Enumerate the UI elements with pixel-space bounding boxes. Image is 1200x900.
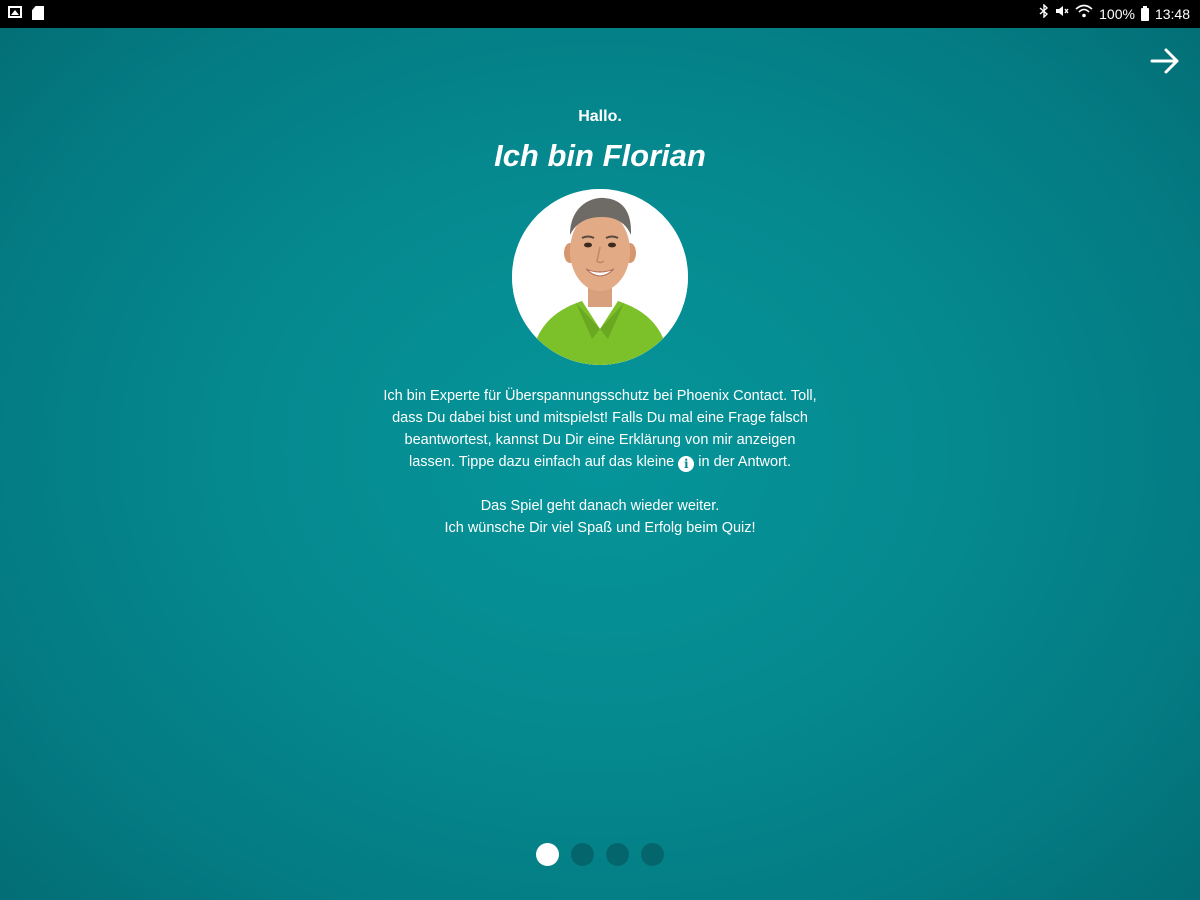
mute-icon [1055, 4, 1069, 24]
arrow-right-icon [1150, 48, 1179, 74]
bluetooth-icon [1039, 3, 1049, 24]
page-title: Ich bin Florian [494, 138, 706, 173]
info-icon: i [678, 456, 695, 472]
gallery-icon [8, 6, 22, 18]
intro-description: Ich bin Experte für Überspannungsschutz … [380, 385, 820, 539]
intro-paragraph-1: Ich bin Experte für Überspannungsschutz … [380, 385, 820, 473]
intro-text-after-icon: in der Antwort. [698, 454, 791, 470]
intro-paragraph-2-line-2: Ich wünsche Dir viel Spaß und Erfolg bei… [444, 520, 756, 536]
clock: 13:48 [1154, 6, 1190, 22]
intro-paragraph-2: Das Spiel geht danach wieder weiter. Ich… [380, 495, 820, 539]
status-bar-right: 100% 13:48 [1039, 3, 1190, 24]
page-dot-3[interactable] [606, 843, 629, 866]
page-dot-2[interactable] [571, 843, 594, 866]
intro-paragraph-2-line-1: Das Spiel geht danach wieder weiter. [480, 498, 720, 514]
page-dot-4[interactable] [641, 843, 664, 866]
avatar [512, 189, 688, 365]
status-bar: 100% 13:48 [0, 0, 1200, 28]
portrait-image [512, 189, 688, 365]
status-bar-left [8, 6, 44, 20]
next-button[interactable] [1148, 44, 1182, 78]
battery-icon [1140, 5, 1149, 21]
wifi-icon [1075, 4, 1093, 24]
intro-screen: 100% 13:48 Hallo. Ich bin Florian Ich bi… [0, 0, 1200, 900]
page-dot-1[interactable] [536, 843, 559, 866]
page-indicator [0, 843, 1200, 866]
sd-card-icon [32, 6, 44, 20]
battery-percent: 100% [1099, 6, 1135, 22]
greeting-text: Hallo. [578, 108, 622, 125]
